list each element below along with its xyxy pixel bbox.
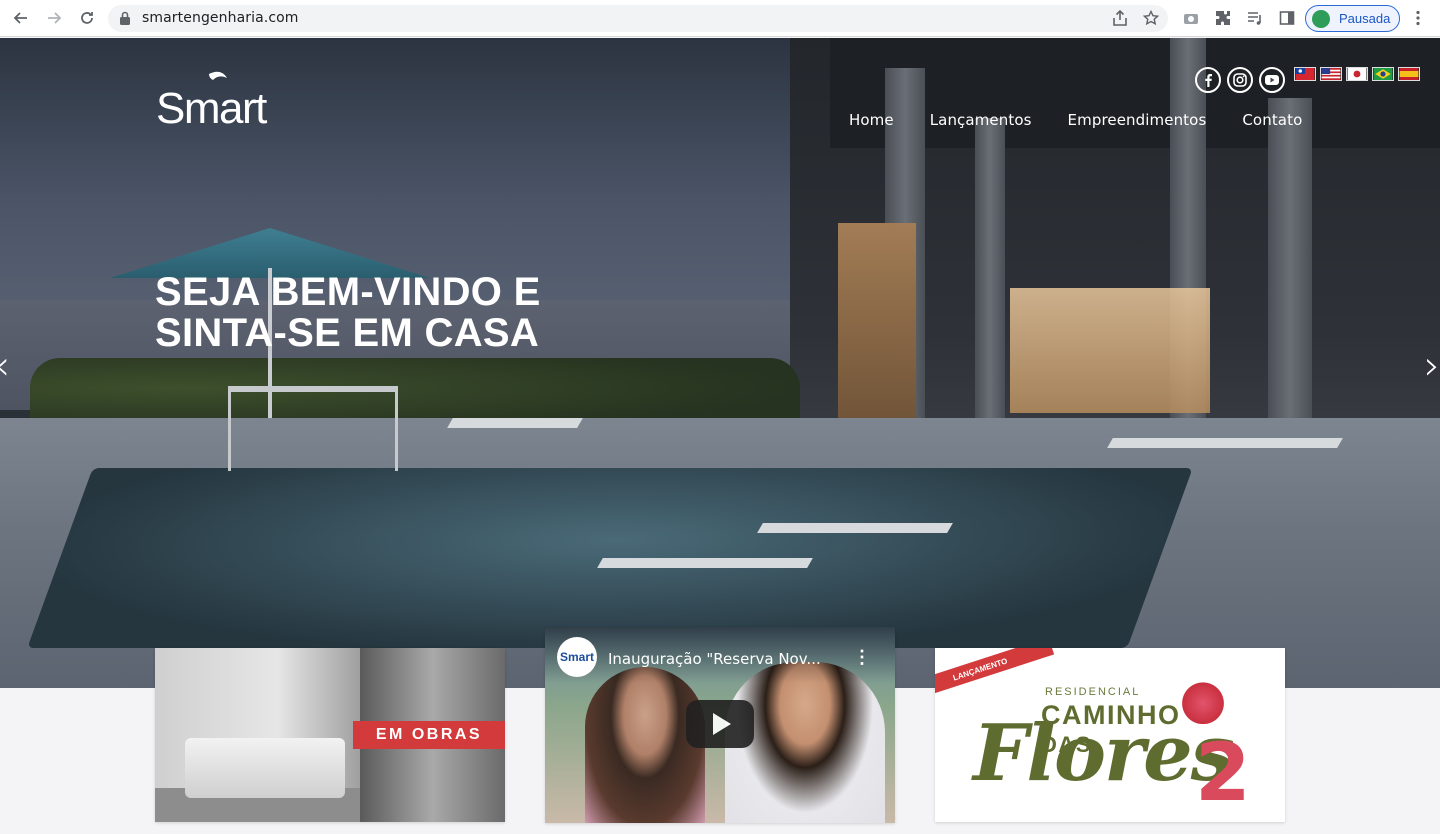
main-nav: Home Lançamentos Empreendimentos Contato xyxy=(849,111,1302,129)
video-more-icon[interactable]: ⋮ xyxy=(853,647,871,668)
play-button[interactable] xyxy=(686,700,754,748)
lounger xyxy=(1107,438,1343,448)
lounger xyxy=(757,523,953,533)
camera-icon[interactable] xyxy=(1181,8,1201,28)
logo-text: Smart xyxy=(156,84,267,133)
back-icon[interactable] xyxy=(10,7,32,29)
brazil-flag-icon[interactable] xyxy=(1372,67,1394,81)
hero-banner: Smart Home Lançamentos Empreendimentos C… xyxy=(0,38,1440,688)
logo[interactable]: Smart xyxy=(156,70,281,133)
number-label: 2 xyxy=(1195,726,1251,819)
hero-title: SEJA BEM-VINDO E SINTA-SE EM CASA xyxy=(155,272,541,354)
hero-title-line2: SINTA-SE EM CASA xyxy=(155,311,540,355)
spain-flag-icon[interactable] xyxy=(1398,67,1420,81)
side-panel-icon[interactable] xyxy=(1277,8,1297,28)
launch-tag: LANÇAMENTO xyxy=(935,648,1055,701)
youtube-icon[interactable] xyxy=(1259,67,1285,93)
em-obras-ribbon: EM OBRAS xyxy=(353,721,505,749)
caminho-das-flores-card[interactable]: LANÇAMENTO RESIDENCIAL CAMINHO DAS Flore… xyxy=(935,648,1285,822)
video-person xyxy=(585,667,705,823)
bookmark-star-icon[interactable] xyxy=(1141,8,1161,28)
extensions-icon[interactable] xyxy=(1213,8,1233,28)
room-bed xyxy=(185,738,345,798)
facebook-icon[interactable] xyxy=(1195,67,1221,93)
taiwan-flag-icon[interactable] xyxy=(1294,67,1316,81)
url-text: smartengenharia.com xyxy=(142,10,299,26)
patio-table xyxy=(228,386,398,471)
browser-toolbar: smartengenharia.com Pausada xyxy=(0,0,1440,37)
building-column xyxy=(975,118,1005,458)
forward-icon[interactable] xyxy=(43,7,65,29)
nav-lancamentos[interactable]: Lançamentos xyxy=(930,111,1032,129)
gym-window xyxy=(1010,288,1210,413)
profile-button[interactable]: Pausada xyxy=(1305,5,1400,32)
media-control-icon[interactable] xyxy=(1245,8,1265,28)
usa-flag-icon[interactable] xyxy=(1320,67,1342,81)
profile-avatar xyxy=(1312,10,1330,28)
nav-empreendimentos[interactable]: Empreendimentos xyxy=(1068,111,1207,129)
residencial-label: RESIDENCIAL xyxy=(1045,686,1141,698)
hero-title-line1: SEJA BEM-VINDO E xyxy=(155,270,541,314)
share-icon[interactable] xyxy=(1110,8,1130,28)
channel-avatar[interactable]: Smart xyxy=(557,637,597,677)
profile-label: Pausada xyxy=(1339,11,1391,26)
instagram-icon[interactable] xyxy=(1227,67,1253,93)
play-icon xyxy=(713,713,731,735)
menu-kebab-icon[interactable] xyxy=(1408,8,1428,28)
video-card[interactable]: Smart Inauguração "Reserva Nov... ⋮ xyxy=(545,627,895,823)
reload-icon[interactable] xyxy=(76,7,98,29)
lounger xyxy=(447,418,583,428)
lock-icon xyxy=(120,11,130,25)
carousel-next-arrow[interactable]: › xyxy=(1424,343,1440,389)
japan-flag-icon[interactable] xyxy=(1346,67,1368,81)
wood-panel xyxy=(838,223,916,428)
lounger xyxy=(597,558,813,568)
flower-icon xyxy=(1180,678,1226,724)
em-obras-card[interactable]: EM OBRAS xyxy=(155,648,505,822)
nav-home[interactable]: Home xyxy=(849,111,894,129)
address-bar[interactable]: smartengenharia.com xyxy=(108,5,1168,32)
building-column xyxy=(1268,98,1312,458)
video-title[interactable]: Inauguração "Reserva Nov... xyxy=(608,650,833,668)
carousel-prev-arrow[interactable]: ‹ xyxy=(0,343,10,389)
nav-contato[interactable]: Contato xyxy=(1242,111,1302,129)
